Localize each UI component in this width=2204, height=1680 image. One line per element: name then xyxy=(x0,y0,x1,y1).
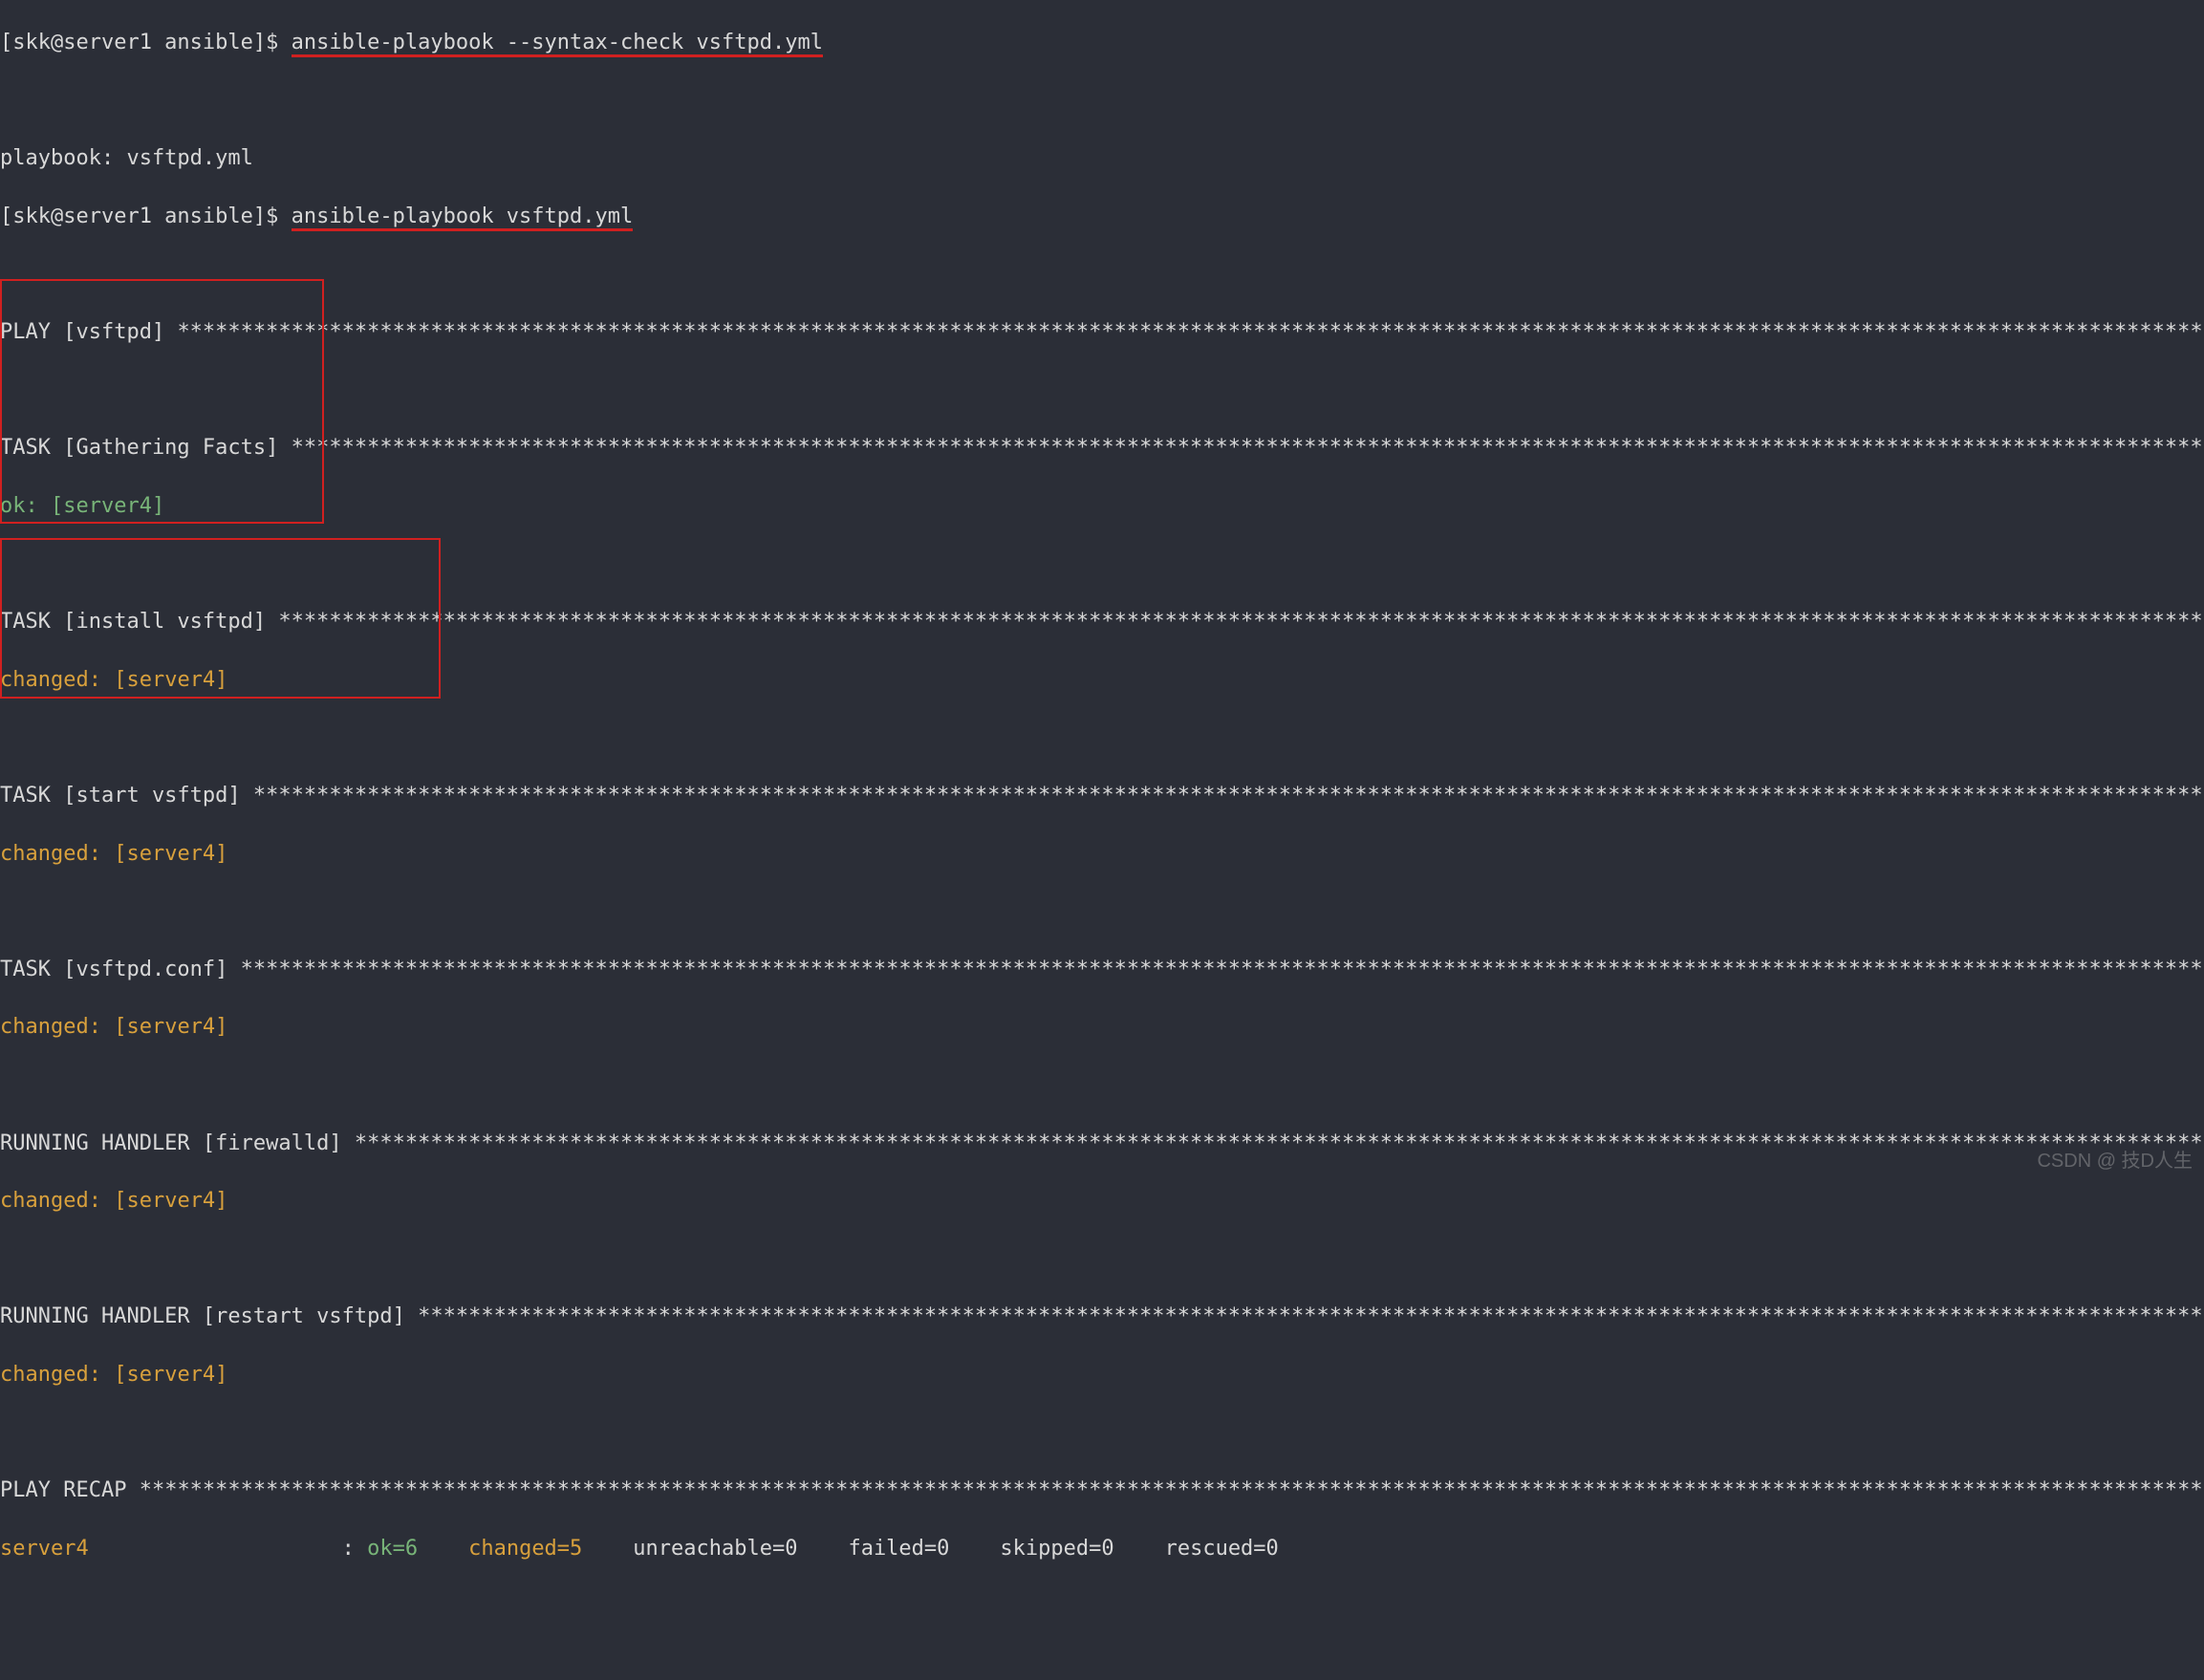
recap-changed: changed=5 xyxy=(456,1537,620,1561)
result-changed: changed: [server4] xyxy=(0,666,2204,695)
task-label: TASK [start vsftpd] xyxy=(0,784,253,808)
blank-line xyxy=(0,1071,2204,1100)
playbook-name-line: playbook: vsftpd.yml xyxy=(0,144,2204,173)
star-fill: ****************************************… xyxy=(418,1304,2204,1328)
task-gathering-facts: TASK [Gathering Facts] *****************… xyxy=(0,434,2204,463)
task-install-vsftpd: TASK [install vsftpd] ******************… xyxy=(0,608,2204,636)
handler-label: RUNNING HANDLER [restart vsftpd] xyxy=(0,1304,418,1328)
task-label: TASK [vsftpd.conf] xyxy=(0,958,241,981)
blank-line xyxy=(0,897,2204,926)
recap-label: PLAY RECAP xyxy=(0,1478,140,1502)
result-changed: changed: [server4] xyxy=(0,1013,2204,1042)
blank-line xyxy=(0,87,2204,116)
prompt-line-1: [skk@server1 ansible]$ ansible-playbook … xyxy=(0,29,2204,57)
blank-line xyxy=(0,1419,2204,1448)
changed-host: [server4] xyxy=(114,1015,227,1039)
handler-label: RUNNING HANDLER [firewalld] xyxy=(0,1131,355,1155)
terminal-output[interactable]: [skk@server1 ansible]$ ansible-playbook … xyxy=(0,0,2204,1680)
recap-rescued: rescued=0 xyxy=(1152,1537,1316,1561)
changed-host: [server4] xyxy=(114,1363,227,1387)
recap-pad: : xyxy=(89,1537,367,1561)
star-fill: ****************************************… xyxy=(241,958,2204,981)
changed-label: changed: xyxy=(0,1015,114,1039)
blank-line xyxy=(0,1245,2204,1274)
blank-line xyxy=(0,724,2204,753)
result-ok: ok: [server4] xyxy=(0,492,2204,521)
ok-label: ok: xyxy=(0,494,51,518)
changed-label: changed: xyxy=(0,1363,114,1387)
changed-label: changed: xyxy=(0,842,114,866)
changed-host: [server4] xyxy=(114,1189,227,1213)
result-changed: changed: [server4] xyxy=(0,840,2204,869)
blank-line xyxy=(0,261,2204,290)
task-vsftpd-conf: TASK [vsftpd.conf] *********************… xyxy=(0,956,2204,984)
ok-host: [server4] xyxy=(51,494,164,518)
handler-restart-vsftpd: RUNNING HANDLER [restart vsftpd] *******… xyxy=(0,1303,2204,1331)
play-recap-row: server4 : ok=6 changed=5 unreachable=0 f… xyxy=(0,1535,2204,1563)
recap-failed: failed=0 xyxy=(835,1537,987,1561)
task-label: TASK [Gathering Facts] xyxy=(0,436,292,460)
command-run-playbook: ansible-playbook vsftpd.yml xyxy=(292,205,634,231)
blank-line xyxy=(0,550,2204,579)
task-start-vsftpd: TASK [start vsftpd] ********************… xyxy=(0,782,2204,810)
changed-host: [server4] xyxy=(114,668,227,692)
task-label: TASK [install vsftpd] xyxy=(0,610,278,634)
changed-label: changed: xyxy=(0,1189,114,1213)
changed-host: [server4] xyxy=(114,842,227,866)
prompt-line-2: [skk@server1 ansible]$ ansible-playbook … xyxy=(0,203,2204,231)
play-label: PLAY [vsftpd] xyxy=(0,320,177,344)
shell-prompt: [skk@server1 ansible]$ xyxy=(0,205,292,228)
play-recap-header: PLAY RECAP *****************************… xyxy=(0,1476,2204,1505)
star-fill: ****************************************… xyxy=(278,610,2204,634)
command-syntax-check: ansible-playbook --syntax-check vsftpd.y… xyxy=(292,31,823,57)
star-fill: ****************************************… xyxy=(140,1478,2204,1502)
watermark-text: CSDN @ 技D人生 xyxy=(2037,1149,2193,1175)
blank-line xyxy=(0,377,2204,405)
star-fill: ****************************************… xyxy=(292,436,2204,460)
handler-firewalld: RUNNING HANDLER [firewalld] ************… xyxy=(0,1130,2204,1158)
result-changed: changed: [server4] xyxy=(0,1361,2204,1389)
result-changed: changed: [server4] xyxy=(0,1187,2204,1216)
changed-label: changed: xyxy=(0,668,114,692)
recap-host: server4 xyxy=(0,1537,89,1561)
recap-unreachable: unreachable=0 xyxy=(620,1537,835,1561)
recap-skipped: skipped=0 xyxy=(987,1537,1152,1561)
star-fill: ****************************************… xyxy=(355,1131,2204,1155)
shell-prompt: [skk@server1 ansible]$ xyxy=(0,31,292,54)
star-fill: ****************************************… xyxy=(177,320,2204,344)
recap-ok: ok=6 xyxy=(367,1537,456,1561)
play-header: PLAY [vsftpd] **************************… xyxy=(0,318,2204,347)
star-fill: ****************************************… xyxy=(253,784,2204,808)
